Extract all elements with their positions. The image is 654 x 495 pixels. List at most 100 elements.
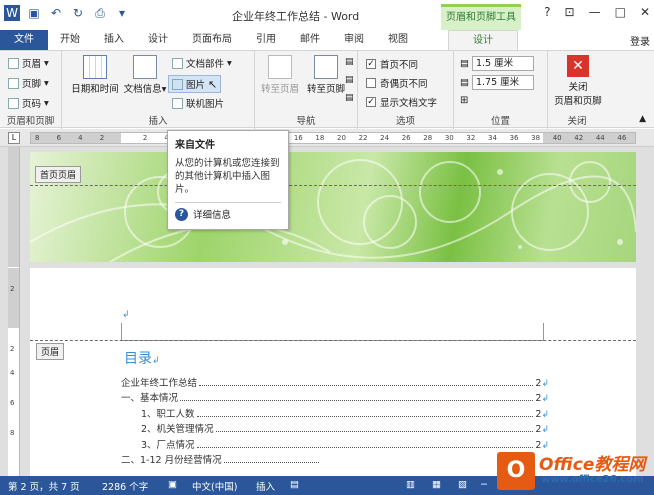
doc-info-button[interactable]: 文档信息▾ — [122, 55, 168, 95]
toc-entry[interactable]: 一、基本情况 2 ↲ — [121, 390, 549, 404]
header-button[interactable]: 页眉 ▾ — [8, 56, 49, 70]
toc-entry[interactable]: 2、机关管理情况 2 ↲ — [141, 421, 549, 435]
tab-references[interactable]: 引用 — [244, 30, 288, 50]
context-tab-title: 页眉和页脚工具 — [441, 4, 521, 30]
first-page-header-tag: 首页页眉 — [35, 166, 82, 183]
minimize-button[interactable]: — — [589, 5, 601, 19]
horizontal-ruler[interactable]: 86422416182022242628303234363840424446 — [30, 132, 636, 144]
ruler-number: 20 — [337, 134, 346, 142]
header-content-box[interactable] — [121, 323, 544, 341]
toc-entry[interactable]: 二、1-12 月份经营情况 — [121, 452, 321, 466]
tab-page-layout[interactable]: 页面布局 — [180, 30, 244, 50]
ruler-number: 28 — [423, 134, 433, 142]
group-navigation: 转至页眉 转至页脚 ▤ ▤ ▤ 导航 — [255, 51, 358, 129]
ruler-number: 32 — [466, 134, 476, 142]
page-two[interactable]: ↲ 页眉 目录↲ 企业年终工作总结 2 ↲ 一、基本情况 2 ↲ 1、职工人数 2 ↲ 2、… — [30, 268, 636, 476]
footer-position-spinner[interactable]: ▤ 1.75 厘米 — [460, 75, 534, 90]
login-link[interactable]: 登录 — [630, 33, 650, 48]
toc-entry[interactable]: 1、职工人数 2 ↲ — [141, 406, 549, 420]
goto-header-icon — [268, 55, 292, 79]
help-icon: ? — [175, 207, 188, 221]
group-position: ▤ 1.5 厘米 ▤ 1.75 厘米 ⊞ 位置 — [454, 51, 548, 129]
vertical-ruler[interactable]: 2 2 4 6 8 — [8, 147, 20, 476]
doc-parts-button[interactable]: 文档部件 ▾ — [172, 56, 232, 70]
group-label: 位置 — [490, 116, 510, 127]
ruler-number: 6 — [56, 134, 62, 142]
online-picture-button[interactable]: 联机图片 — [172, 96, 224, 110]
tooltip-body: 从您的计算机或您连接到的其他计算机中插入图片。 — [175, 158, 280, 195]
maximize-button[interactable]: □ — [615, 5, 626, 19]
zoom-out-icon[interactable]: − — [480, 479, 488, 490]
ruler-number: 2 — [142, 134, 148, 142]
page-indicator[interactable]: 第 2 页，共 7 页 — [8, 479, 80, 493]
header-position-spinner[interactable]: ▤ 1.5 厘米 — [460, 56, 534, 71]
align-tab-icon[interactable]: ⊞ — [460, 95, 468, 106]
save-icon[interactable]: ▣ — [26, 5, 42, 21]
header-position-icon: ▤ — [460, 58, 469, 69]
help-button[interactable]: ? — [544, 5, 550, 19]
header-icon — [8, 57, 19, 69]
ribbon-display-button[interactable]: ⊡ — [565, 5, 575, 19]
watermark-logo: O Office教程网 www.office26.com — [497, 448, 651, 494]
ruler-number: 8 — [35, 134, 40, 142]
group-label: 关闭 — [567, 116, 587, 127]
page-number-button[interactable]: 页码 ▾ — [8, 96, 49, 110]
odd-even-different-checkbox[interactable]: 奇偶页不同 — [366, 76, 428, 90]
link-previous-icon[interactable]: ▤ — [345, 93, 354, 103]
date-time-button[interactable]: 日期和时间 — [68, 55, 122, 95]
web-layout-icon[interactable]: ▧ — [458, 479, 467, 490]
redo-icon[interactable]: ↻ — [70, 5, 86, 21]
ruler-number: 38 — [531, 134, 541, 142]
ruler-number: 46 — [617, 134, 627, 142]
header-tag: 页眉 — [36, 343, 65, 360]
window-controls: ? ⊡ — □ ✕ — [544, 5, 650, 19]
left-margin-area — [31, 133, 121, 143]
insert-mode[interactable]: 插入 — [256, 479, 275, 493]
toc-entry[interactable]: 企业年终工作总结 2 ↲ — [121, 375, 549, 389]
office-logo-icon: O — [497, 452, 535, 490]
group-label: 导航 — [296, 116, 316, 127]
tab-design[interactable]: 设计 — [136, 30, 180, 50]
tab-insert[interactable]: 插入 — [92, 30, 136, 50]
macro-icon[interactable]: ▤ — [290, 479, 299, 490]
tab-header-footer-design[interactable]: 设计 — [448, 30, 518, 50]
show-doc-text-checkbox[interactable]: ✓ 显示文档文字 — [366, 95, 437, 109]
horizontal-ruler-row: L 86422416182022242628303234363840424446 — [0, 129, 654, 147]
print-layout-icon[interactable]: ▦ — [432, 479, 441, 490]
tab-view[interactable]: 视图 — [376, 30, 420, 50]
tab-file[interactable]: 文件 — [0, 30, 48, 50]
tab-selector[interactable]: L — [8, 132, 20, 144]
first-page-different-checkbox[interactable]: ✓ 首页不同 — [366, 57, 418, 71]
goto-footer-icon — [314, 55, 338, 79]
footer-button[interactable]: 页脚 ▾ — [8, 76, 49, 90]
goto-footer-button[interactable]: 转至页脚 — [303, 55, 349, 95]
doc-parts-icon — [172, 57, 183, 69]
doc-info-icon — [133, 55, 157, 79]
undo-icon[interactable]: ↶ — [48, 5, 64, 21]
proofing-icon[interactable]: ▣ — [168, 479, 177, 490]
read-mode-icon[interactable]: ▥ — [406, 479, 415, 490]
ruler-number: 30 — [444, 134, 454, 142]
tab-review[interactable]: 审阅 — [332, 30, 376, 50]
goto-header-button[interactable]: 转至页眉 — [257, 55, 303, 95]
first-page-header-area[interactable]: 首页页眉 — [30, 152, 636, 262]
tab-mailings[interactable]: 邮件 — [288, 30, 332, 50]
toc-entry[interactable]: 3、厂点情况 2 ↲ — [141, 437, 549, 451]
close-header-footer-button[interactable]: ✕ 关闭 页眉和页脚 — [550, 55, 606, 107]
group-label: 选项 — [395, 116, 415, 127]
tab-home[interactable]: 开始 — [48, 30, 92, 50]
word-count[interactable]: 2286 个字 — [102, 479, 148, 493]
picture-tooltip: 来自文件 从您的计算机或您连接到的其他计算机中插入图片。 ? 详细信息 — [167, 130, 289, 230]
group-insert: 日期和时间 文档信息▾ 文档部件 ▾ 图片 ↖ 联机图片 插入 — [62, 51, 255, 129]
next-icon[interactable]: ▤ — [345, 75, 354, 85]
customize-qat-icon[interactable]: ▾ — [114, 5, 130, 21]
previous-icon[interactable]: ▤ — [345, 57, 354, 67]
tooltip-title: 来自文件 — [175, 140, 215, 151]
watermark-brand: Office教程网 — [539, 455, 646, 475]
close-window-button[interactable]: ✕ — [640, 5, 650, 19]
collapse-ribbon-icon[interactable]: ▲ — [639, 114, 646, 124]
picture-button[interactable]: 图片 ↖ — [168, 75, 222, 93]
tooltip-more-info[interactable]: ? 详细信息 — [175, 207, 281, 221]
language-indicator[interactable]: 中文(中国) — [192, 479, 237, 493]
print-preview-icon[interactable]: ⎙ — [92, 5, 108, 21]
